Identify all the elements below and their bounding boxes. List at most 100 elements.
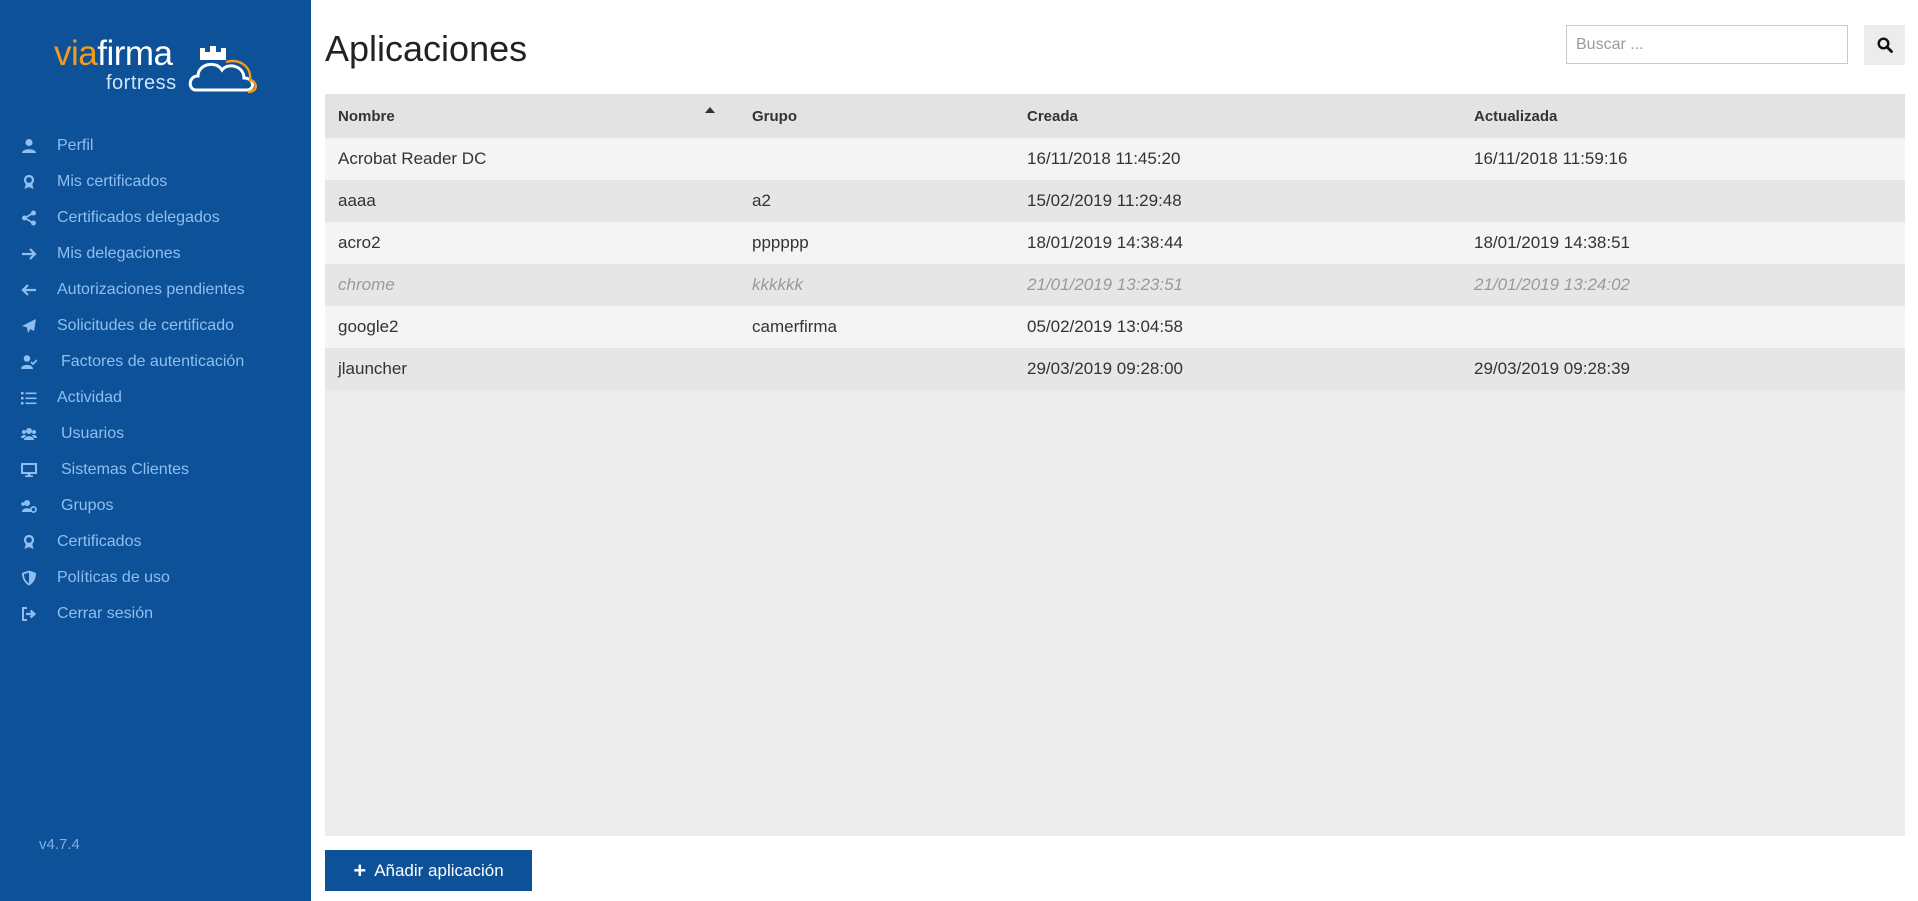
column-header-nombre[interactable]: Nombre xyxy=(325,94,739,138)
applications-table: Nombre Grupo Creada Actualizada Acrobat … xyxy=(325,94,1905,390)
sidebar-item-label: Certificados delegados xyxy=(57,209,220,226)
cell-nombre: google2 xyxy=(325,306,739,348)
sidebar-item-label: Grupos xyxy=(61,497,114,514)
sidebar-item-mis-delegaciones[interactable]: Mis delegaciones xyxy=(0,236,311,272)
sidebar-item-actividad[interactable]: Actividad xyxy=(0,380,311,416)
cell-nombre: aaaa xyxy=(325,180,739,222)
sidebar-item-label: Sistemas Clientes xyxy=(61,461,190,478)
cell-actualizada: 16/11/2018 11:59:16 xyxy=(1461,138,1905,180)
cell-creada: 15/02/2019 11:29:48 xyxy=(1014,180,1461,222)
cell-creada: 16/11/2018 11:45:20 xyxy=(1014,138,1461,180)
column-header-label: Actualizada xyxy=(1474,107,1558,125)
sidebar-item-sistemas-clientes[interactable]: Sistemas Clientes xyxy=(0,452,311,488)
search-button[interactable] xyxy=(1864,25,1905,65)
sidebar-item-cerrar-sesion[interactable]: Cerrar sesión xyxy=(0,596,311,632)
sidebar-item-label: Políticas de uso xyxy=(57,569,170,586)
award-icon xyxy=(20,173,38,191)
cell-actualizada: 18/01/2019 14:38:51 xyxy=(1461,222,1905,264)
arrow-left-icon xyxy=(20,281,38,299)
sidebar-item-usuarios[interactable]: Usuarios xyxy=(0,416,311,452)
cell-creada: 29/03/2019 09:28:00 xyxy=(1014,348,1461,390)
logo-part-firma: firma xyxy=(97,34,173,73)
table-row[interactable]: Acrobat Reader DC 16/11/2018 11:45:20 16… xyxy=(325,138,1905,180)
sidebar-nav: Perfil Mis certificados Certificados del… xyxy=(0,128,311,632)
column-header-label: Creada xyxy=(1027,107,1078,125)
cell-actualizada: 29/03/2019 09:28:39 xyxy=(1461,348,1905,390)
paper-plane-icon xyxy=(20,317,38,335)
cell-actualizada xyxy=(1461,306,1905,348)
cell-creada: 21/01/2019 13:23:51 xyxy=(1014,264,1461,306)
column-header-grupo[interactable]: Grupo xyxy=(739,94,1014,138)
applications-table-container: Nombre Grupo Creada Actualizada Acrobat … xyxy=(325,94,1905,836)
sign-out-icon xyxy=(20,605,38,623)
viafirma-fortress-logo[interactable]: viafirma fortress xyxy=(54,36,260,98)
castle-cloud-icon xyxy=(188,46,257,94)
sidebar-item-label: Mis certificados xyxy=(57,173,168,190)
column-header-creada[interactable]: Creada xyxy=(1014,94,1461,138)
cell-creada: 05/02/2019 13:04:58 xyxy=(1014,306,1461,348)
table-row[interactable]: acro2 pppppp 18/01/2019 14:38:44 18/01/2… xyxy=(325,222,1905,264)
sidebar-item-label: Actividad xyxy=(57,389,122,406)
sidebar-item-politicas-de-uso[interactable]: Políticas de uso xyxy=(0,560,311,596)
sidebar: viafirma fortress Perfil Mis certificado… xyxy=(0,0,311,901)
app-version: v4.7.4 xyxy=(39,836,80,853)
cell-grupo: camerfirma xyxy=(739,306,1014,348)
cell-nombre: chrome xyxy=(325,264,739,306)
table-row[interactable]: google2 camerfirma 05/02/2019 13:04:58 xyxy=(325,306,1905,348)
search-input[interactable] xyxy=(1566,25,1848,64)
cell-grupo xyxy=(739,138,1014,180)
sidebar-item-label: Certificados xyxy=(57,533,142,550)
table-row[interactable]: aaaa a2 15/02/2019 11:29:48 xyxy=(325,180,1905,222)
sidebar-item-label: Usuarios xyxy=(61,425,125,442)
cell-actualizada: 21/01/2019 13:24:02 xyxy=(1461,264,1905,306)
cell-grupo: kkkkkk xyxy=(739,264,1014,306)
sidebar-item-label: Factores de autenticación xyxy=(61,353,245,370)
sidebar-item-label: Mis delegaciones xyxy=(57,245,181,262)
shield-icon xyxy=(20,569,38,587)
sidebar-item-label: Cerrar sesión xyxy=(57,605,154,622)
sidebar-item-label: Perfil xyxy=(57,137,94,154)
cell-nombre: Acrobat Reader DC xyxy=(325,138,739,180)
plus-icon: + xyxy=(353,857,367,883)
arrow-right-icon xyxy=(20,245,38,263)
sidebar-item-perfil[interactable]: Perfil xyxy=(0,128,311,164)
column-header-actualizada[interactable]: Actualizada xyxy=(1461,94,1905,138)
list-icon xyxy=(20,389,38,407)
table-header-row: Nombre Grupo Creada Actualizada xyxy=(325,94,1905,138)
sidebar-item-certificados-delegados[interactable]: Certificados delegados xyxy=(0,200,311,236)
sidebar-item-solicitudes-de-certificado[interactable]: Solicitudes de certificado xyxy=(0,308,311,344)
users-cog-icon xyxy=(20,497,38,515)
column-header-label: Nombre xyxy=(338,107,395,125)
table-row[interactable]: jlauncher 29/03/2019 09:28:00 29/03/2019… xyxy=(325,348,1905,390)
search-icon xyxy=(1876,37,1893,53)
cell-grupo xyxy=(739,348,1014,390)
table-row-disabled[interactable]: chrome kkkkkk 21/01/2019 13:23:51 21/01/… xyxy=(325,264,1905,306)
add-application-button[interactable]: + Añadir aplicación xyxy=(325,850,532,891)
sidebar-item-autorizaciones-pendientes[interactable]: Autorizaciones pendientes xyxy=(0,272,311,308)
award-icon xyxy=(20,533,38,551)
sort-ascending-icon xyxy=(705,107,715,113)
sidebar-item-certificados[interactable]: Certificados xyxy=(0,524,311,560)
cell-grupo: pppppp xyxy=(739,222,1014,264)
share-icon xyxy=(20,209,38,227)
cell-nombre: acro2 xyxy=(325,222,739,264)
cell-grupo: a2 xyxy=(739,180,1014,222)
sidebar-item-factores-de-autenticacion[interactable]: Factores de autenticación xyxy=(0,344,311,380)
column-header-label: Grupo xyxy=(752,107,797,125)
cell-nombre: jlauncher xyxy=(325,348,739,390)
logo-part-via: via xyxy=(54,34,98,73)
page-title: Aplicaciones xyxy=(325,28,528,69)
main-content: Aplicaciones Nombre Grupo Creada Actuali… xyxy=(311,0,1918,901)
desktop-icon xyxy=(20,461,38,479)
user-check-icon xyxy=(20,353,38,371)
sidebar-item-grupos[interactable]: Grupos xyxy=(0,488,311,524)
cell-actualizada xyxy=(1461,180,1905,222)
sidebar-item-label: Solicitudes de certificado xyxy=(57,317,234,334)
cell-creada: 18/01/2019 14:38:44 xyxy=(1014,222,1461,264)
sidebar-item-mis-certificados[interactable]: Mis certificados xyxy=(0,164,311,200)
logo-wordmark: viafirma xyxy=(54,36,173,72)
sidebar-item-label: Autorizaciones pendientes xyxy=(57,281,245,298)
logo-product-name: fortress xyxy=(106,72,177,94)
user-icon xyxy=(20,137,38,155)
add-application-label: Añadir aplicación xyxy=(374,860,504,880)
